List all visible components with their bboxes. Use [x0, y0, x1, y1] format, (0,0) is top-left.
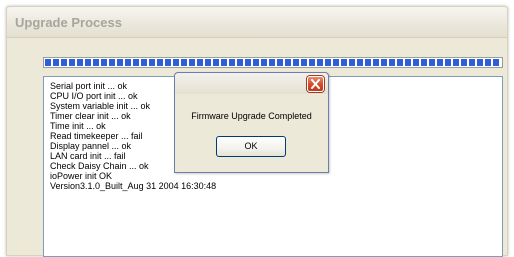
firmware-upgrade-dialog: Firmware Upgrade Completed OK [174, 72, 329, 173]
close-icon [311, 79, 320, 89]
window-title: Upgrade Process [15, 15, 122, 30]
dialog-close-button[interactable] [307, 76, 324, 92]
upgrade-progress-bar [43, 57, 503, 68]
progress-fill [45, 59, 501, 66]
dialog-message: Firmware Upgrade Completed [191, 111, 312, 121]
window-titlebar[interactable]: Upgrade Process [7, 7, 507, 38]
log-line: Version3.1.0_Built_Aug 31 2004 16:30:48 [50, 181, 217, 191]
dialog-titlebar[interactable] [175, 73, 328, 94]
ok-button[interactable]: OK [216, 136, 286, 157]
